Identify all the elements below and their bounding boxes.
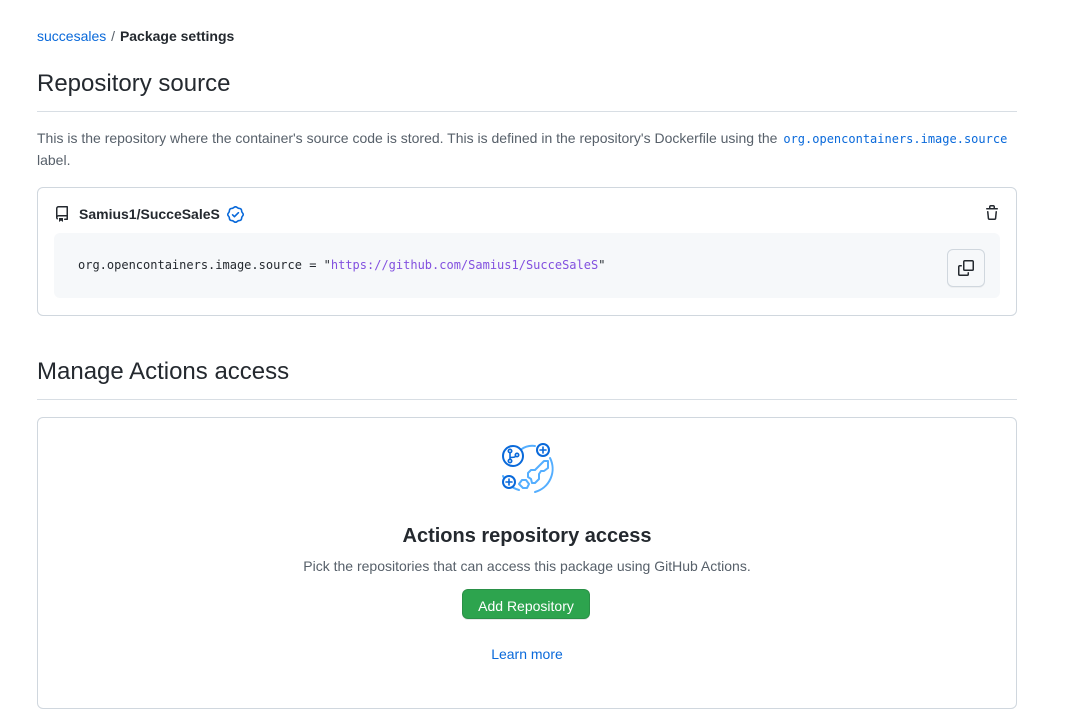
repo-header: Samius1/SucceSaleS <box>54 204 244 224</box>
add-repository-button[interactable]: Add Repository <box>462 589 590 619</box>
description-text: This is the repository where the contain… <box>37 130 778 146</box>
breadcrumb-separator: / <box>111 28 116 44</box>
source-snippet: org.opencontainers.image.source = "https… <box>54 233 1000 298</box>
repo-icon <box>54 206 70 222</box>
copy-button[interactable] <box>947 249 985 287</box>
breadcrumb-owner-link[interactable]: succesales <box>37 28 106 44</box>
snippet-quote-close: " <box>598 258 606 272</box>
description-suffix: label. <box>37 152 71 168</box>
trash-icon[interactable] <box>984 205 1000 226</box>
repo-name: Samius1/SucceSaleS <box>79 206 220 222</box>
actions-access-description: Pick the repositories that can access th… <box>303 558 751 574</box>
snippet-quote-open: " <box>323 258 331 272</box>
repository-source-box: Samius1/SucceSaleS org.opencontainers.im… <box>37 187 1017 316</box>
source-label-code: org.opencontainers.image.source <box>783 132 1008 146</box>
actions-access-box: Actions repository access Pick the repos… <box>37 417 1017 709</box>
repository-source-description: This is the repository where the contain… <box>37 128 1012 171</box>
manage-actions-heading: Manage Actions access <box>37 357 1017 400</box>
breadcrumb-current: Package settings <box>119 28 235 44</box>
snippet-key: org.opencontainers.image.source = <box>78 258 324 272</box>
actions-access-title: Actions repository access <box>402 525 652 547</box>
learn-more-row: Learn more <box>38 646 1016 662</box>
actions-globe-illustration-icon <box>499 440 555 501</box>
breadcrumb: succesales / Package settings <box>37 27 234 45</box>
copy-icon <box>958 260 974 276</box>
learn-more-link[interactable]: Learn more <box>491 646 563 662</box>
verified-icon <box>226 205 244 223</box>
snippet-code: org.opencontainers.image.source = "https… <box>78 257 605 273</box>
repository-source-heading: Repository source <box>37 69 1017 112</box>
snippet-value: https://github.com/Samius1/SucceSaleS <box>330 258 599 272</box>
